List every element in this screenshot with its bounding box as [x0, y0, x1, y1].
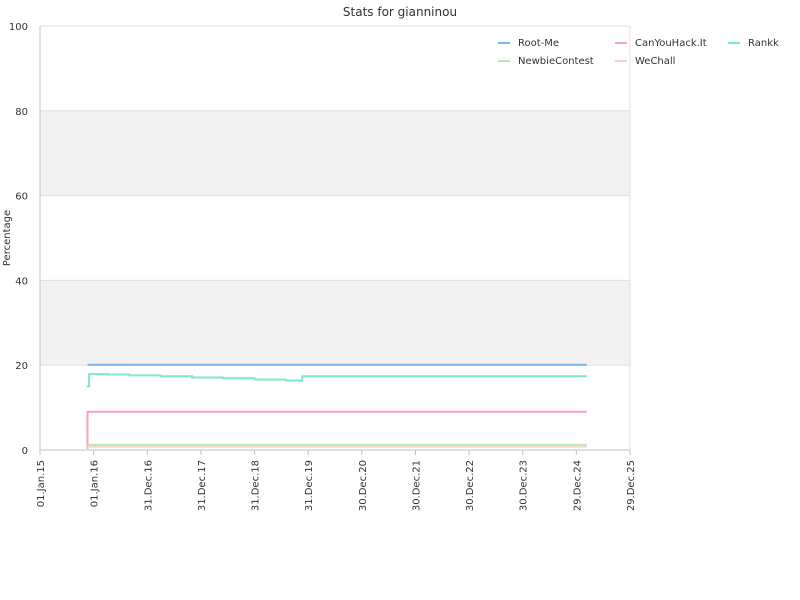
y-tick-label: 60 [15, 192, 28, 203]
y-axis-label: Percentage [2, 210, 13, 266]
y-tick-label: 100 [9, 22, 28, 33]
plot-band [40, 110, 630, 196]
legend-item-label: CanYouHack.It [635, 38, 707, 49]
x-tick-label: 01.Jan.15 [36, 460, 47, 507]
x-tick-label: 01.Jan.16 [90, 460, 101, 507]
x-tick-label: 31.Dec.19 [304, 460, 315, 511]
x-tick-label: 30.Dec.23 [519, 460, 530, 511]
x-tick-label: 30.Dec.22 [465, 460, 476, 511]
plot-band [40, 280, 630, 366]
x-tick-label: 30.Dec.21 [411, 460, 422, 511]
legend-item-label: WeChall [635, 56, 675, 67]
legend-item-label: NewbieContest [518, 56, 594, 67]
y-tick-label: 40 [15, 276, 28, 287]
chart: Stats for gianninou 0 20 40 60 80 100 01.Jan.… [0, 0, 800, 600]
x-tick-label: 31.Dec.16 [143, 460, 154, 511]
legend-item-label: Root-Me [518, 38, 559, 49]
y-tick-label: 80 [15, 107, 28, 118]
x-tick-label: 29.Dec.25 [626, 460, 637, 511]
y-tick-label: 20 [15, 361, 28, 372]
x-tick-label: 31.Dec.17 [197, 460, 208, 511]
legend-item-label: Rankk [748, 38, 779, 49]
x-tick-label: 29.Dec.24 [572, 460, 583, 511]
x-tick-label: 31.Dec.18 [251, 460, 262, 511]
chart-title: Stats for gianninou [343, 5, 457, 19]
y-tick-label: 0 [22, 446, 28, 457]
x-tick-label: 30.Dec.20 [358, 460, 369, 511]
